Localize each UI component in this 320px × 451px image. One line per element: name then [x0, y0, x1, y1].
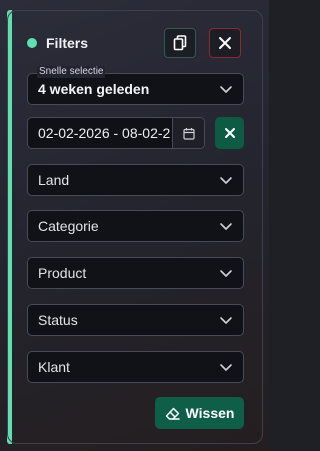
calendar-button[interactable] [172, 118, 204, 148]
chevron-down-icon [220, 317, 232, 324]
accent-bar [7, 10, 12, 444]
quick-select-label: Snelle selectie [37, 66, 106, 78]
status-dropdown-label: Status [38, 312, 78, 328]
status-dropdown[interactable]: Status [27, 304, 244, 336]
date-range-picker [27, 117, 205, 149]
chevron-down-icon [220, 86, 232, 93]
country-dropdown-label: Land [38, 172, 70, 188]
customer-dropdown-label: Klant [38, 359, 70, 375]
clear-date-button[interactable] [215, 117, 244, 149]
clear-filters-button[interactable]: Wissen [155, 397, 244, 429]
eraser-icon [165, 407, 180, 420]
status-dot-icon [27, 38, 37, 48]
category-dropdown-label: Categorie [38, 218, 99, 234]
close-panel-button[interactable] [209, 28, 241, 58]
close-icon [224, 128, 235, 138]
product-dropdown-label: Product [38, 265, 87, 281]
copy-filters-button[interactable] [164, 28, 196, 58]
customer-dropdown[interactable]: Klant [27, 351, 244, 383]
panel-title: Filters [46, 35, 89, 51]
date-range-input[interactable] [28, 118, 172, 148]
chevron-down-icon [220, 364, 232, 371]
calendar-icon [182, 127, 195, 140]
chevron-down-icon [220, 270, 232, 277]
chevron-down-icon [220, 223, 232, 230]
panel-header: Filters [27, 28, 88, 58]
filters-panel: Filters Snelle selectie 4 weken geleden [0, 0, 269, 451]
close-icon [219, 37, 231, 49]
chevron-down-icon [220, 177, 232, 184]
quick-select-value: 4 weken geleden [38, 81, 150, 97]
product-dropdown[interactable]: Product [27, 257, 244, 289]
clipboard-icon [173, 35, 187, 51]
country-dropdown[interactable]: Land [27, 164, 244, 196]
clear-filters-label: Wissen [185, 405, 235, 421]
category-dropdown[interactable]: Categorie [27, 210, 244, 242]
